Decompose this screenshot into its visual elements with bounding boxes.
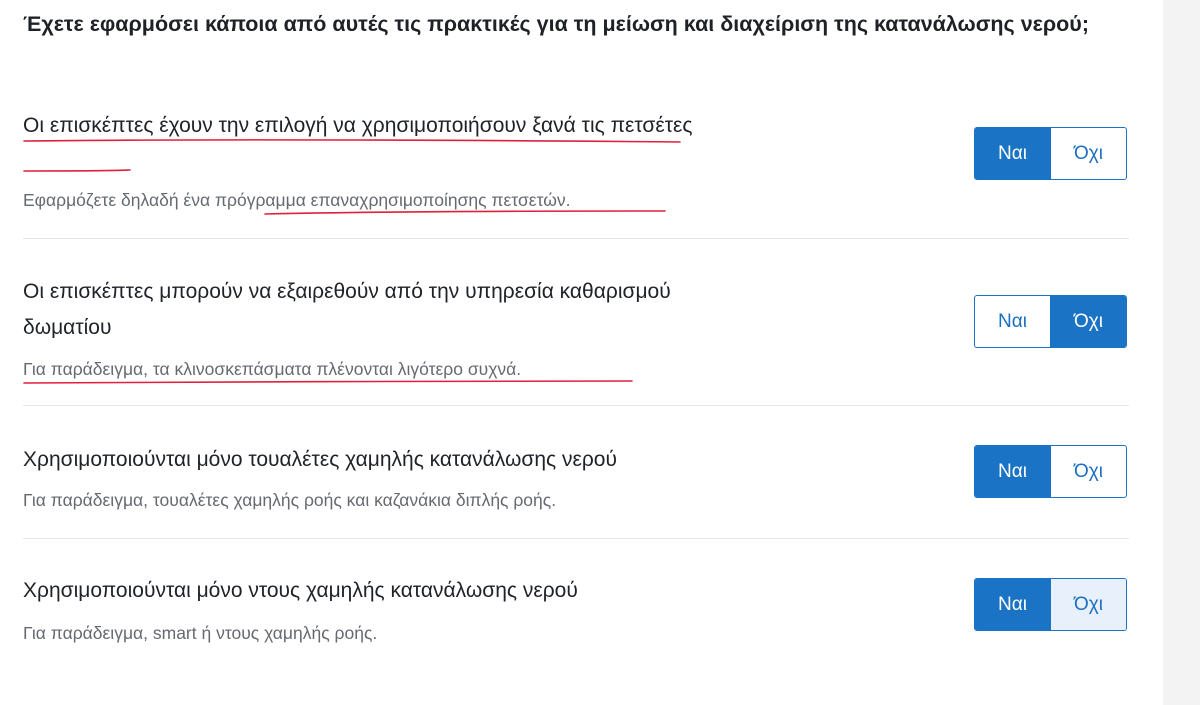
yes-no-toggle[interactable]: Ναι Όχι <box>974 578 1127 631</box>
practice-description: Για παράδειγμα, τουαλέτες χαμηλής ροής κ… <box>23 490 557 510</box>
divider <box>23 238 1129 239</box>
yes-no-toggle[interactable]: Ναι Όχι <box>974 295 1127 348</box>
divider <box>23 405 1129 406</box>
yes-no-toggle[interactable]: Ναι Όχι <box>974 127 1127 180</box>
no-option[interactable]: Όχι <box>1050 296 1126 347</box>
yes-no-toggle[interactable]: Ναι Όχι <box>974 445 1127 498</box>
no-option[interactable]: Όχι <box>1050 446 1126 497</box>
yes-option[interactable]: Ναι <box>975 446 1050 497</box>
practice-description: Για παράδειγμα, smart ή ντους χαμηλής ρο… <box>23 623 378 643</box>
yes-option[interactable]: Ναι <box>975 579 1050 630</box>
yes-option[interactable]: Ναι <box>975 128 1050 179</box>
underline-practice1-line2 <box>23 169 131 172</box>
question-heading: Έχετε εφαρμόσει κάποια από αυτές τις πρα… <box>23 12 1089 36</box>
practice-description: Για παράδειγμα, τα κλινοσκεπάσματα πλένο… <box>23 359 522 379</box>
underline-practice2-description <box>23 380 633 384</box>
practice-title: Χρησιμοποιούνται μόνο ντους χαμηλής κατα… <box>23 579 578 602</box>
side-panel <box>1163 0 1200 705</box>
practice-title: Χρησιμοποιούνται μόνο τουαλέτες χαμηλής … <box>23 448 617 471</box>
practice-title: Οι επισκέπτες μπορούν να εξαιρεθούν από … <box>23 280 671 339</box>
divider <box>23 538 1129 539</box>
no-option[interactable]: Όχι <box>1050 579 1126 630</box>
practice-title: Οι επισκέπτες έχουν την επιλογή να χρησι… <box>23 114 693 137</box>
no-option[interactable]: Όχι <box>1050 128 1126 179</box>
yes-option[interactable]: Ναι <box>975 296 1050 347</box>
practice-description: Εφαρμόζετε δηλαδή ένα πρόγραμμα επαναχρη… <box>23 190 571 210</box>
